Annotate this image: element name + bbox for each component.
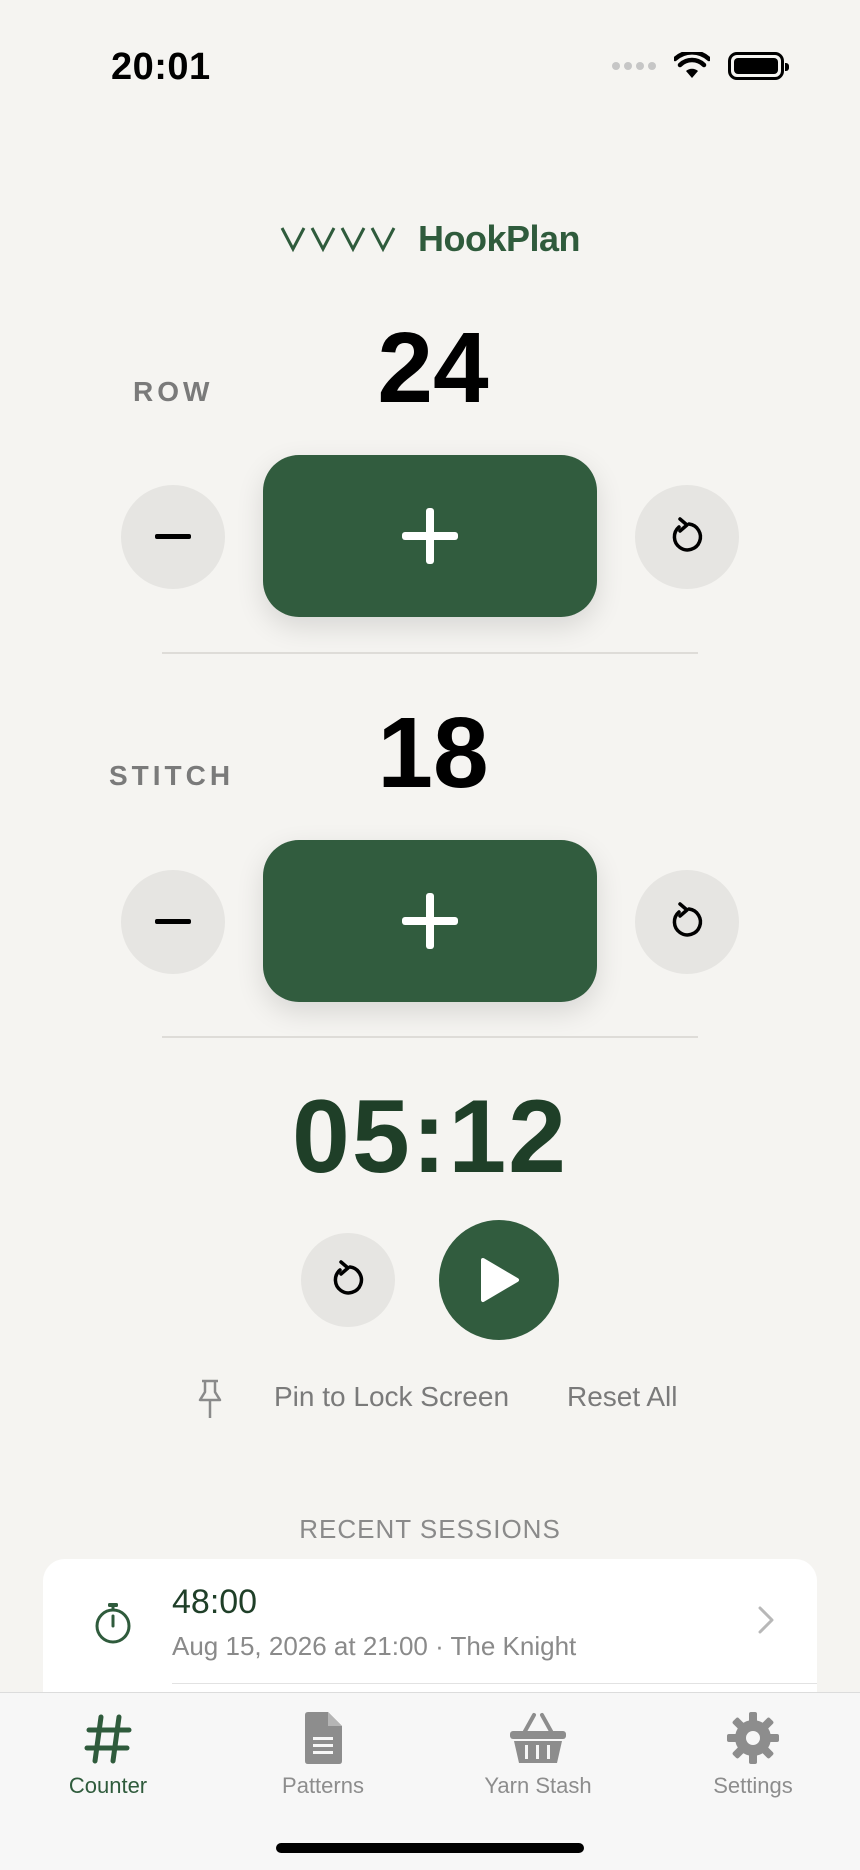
basket-icon [510, 1713, 566, 1763]
section-divider [162, 652, 698, 654]
stitch-decrement-button[interactable] [121, 870, 225, 974]
document-icon [305, 1712, 342, 1764]
timer-display: 05:12 [292, 1079, 568, 1195]
plus-icon [402, 508, 458, 564]
tab-patterns[interactable]: Patterns [223, 1703, 423, 1799]
reset-icon [672, 517, 703, 552]
plus-icon [402, 893, 458, 949]
minus-icon [155, 534, 191, 539]
wifi-icon [674, 52, 710, 78]
timer-play-button[interactable] [439, 1220, 559, 1340]
timer-reset-button[interactable] [301, 1233, 395, 1327]
session-row[interactable]: 48:00 Aug 15, 2026 at 21:00 · The Knight [43, 1559, 817, 1687]
app-header: HookPlan [0, 218, 860, 260]
tab-label: Settings [713, 1773, 793, 1798]
tab-counter[interactable]: Counter [8, 1703, 208, 1799]
status-time: 20:01 [111, 46, 211, 88]
row-reset-button[interactable] [635, 485, 739, 589]
minus-icon [155, 919, 191, 924]
section-divider [162, 1036, 698, 1038]
timer-actions: Pin to Lock Screen Reset All [0, 1378, 860, 1418]
reset-icon [672, 902, 703, 937]
status-indicators [612, 52, 789, 80]
stitch-logo-icon [280, 227, 396, 253]
row-count: 24 [377, 312, 489, 424]
cellular-signal-icon [612, 62, 656, 70]
session-duration: 48:00 [172, 1583, 258, 1621]
hash-icon [84, 1714, 132, 1764]
play-icon [481, 1258, 519, 1302]
stitch-increment-button[interactable] [263, 840, 597, 1002]
row-separator [172, 1683, 817, 1684]
row-increment-button[interactable] [263, 455, 597, 617]
reset-all-button[interactable]: Reset All [567, 1381, 678, 1413]
tab-settings[interactable]: Settings [653, 1703, 853, 1799]
app-name: HookPlan [417, 218, 581, 259]
gear-icon [727, 1712, 779, 1764]
pin-to-lock-screen-button[interactable]: Pin to Lock Screen [274, 1381, 509, 1413]
tab-yarn-stash[interactable]: Yarn Stash [438, 1703, 638, 1799]
hookplan-counter-screen: 20:01 HookPlan ROW 24 STITCH 18 05:12 Pi… [0, 0, 860, 1870]
recent-sessions-title: RECENT SESSIONS [299, 1514, 561, 1544]
stopwatch-icon [95, 1603, 131, 1644]
battery-icon [728, 52, 789, 80]
row-decrement-button[interactable] [121, 485, 225, 589]
chevron-right-icon [758, 1606, 774, 1634]
stitch-count: 18 [377, 697, 489, 809]
row-label: ROW [133, 376, 214, 407]
tab-label: Counter [68, 1773, 148, 1798]
tab-label: Patterns [282, 1773, 364, 1798]
home-indicator [276, 1843, 584, 1853]
stitch-reset-button[interactable] [635, 870, 739, 974]
stitch-label: STITCH [109, 760, 235, 791]
reset-icon [333, 1260, 364, 1295]
session-details: Aug 15, 2026 at 21:00 · The Knight [172, 1631, 577, 1661]
pin-icon[interactable] [194, 1378, 226, 1420]
tab-label: Yarn Stash [484, 1773, 592, 1798]
